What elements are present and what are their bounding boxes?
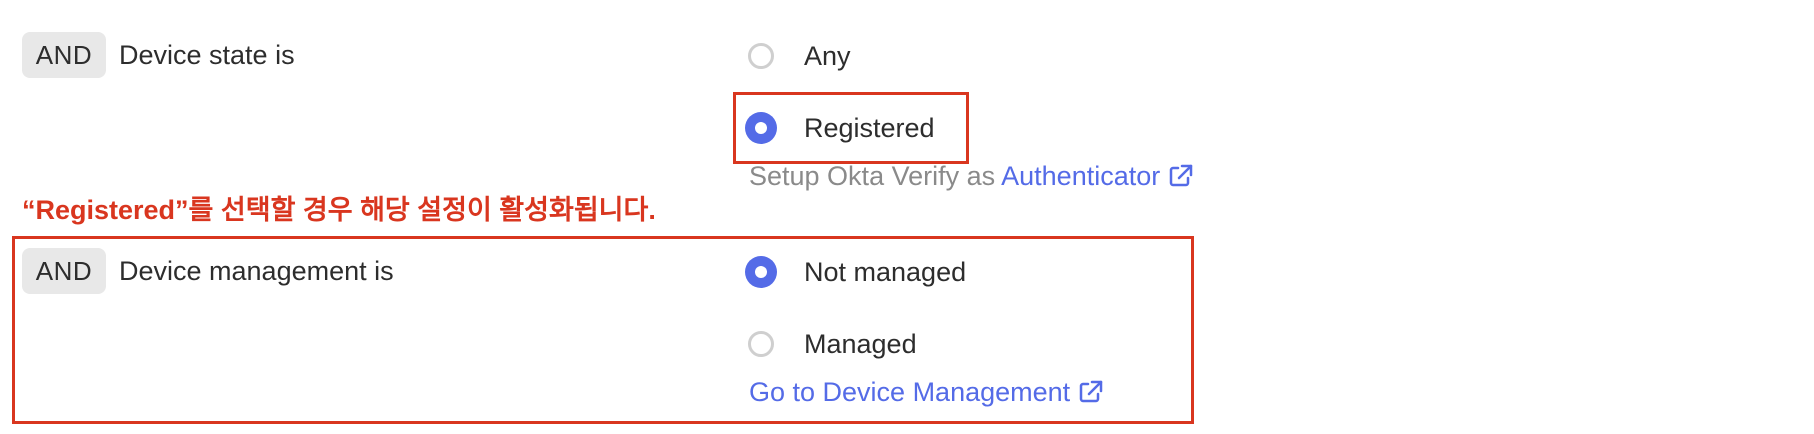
authenticator-link-text: Authenticator (1001, 161, 1161, 191)
authenticator-link[interactable]: Authenticator (1001, 161, 1194, 191)
device-management-link[interactable]: Go to Device Management (749, 377, 1104, 407)
radio-unchecked-icon[interactable] (748, 43, 774, 69)
and-operator-badge: AND (22, 248, 106, 294)
device-condition-panel: AND Device state is Any Registered Setup… (0, 0, 1814, 434)
radio-option-not-managed[interactable]: Not managed (745, 252, 967, 292)
radio-label-managed: Managed (804, 328, 917, 359)
radio-unchecked-icon[interactable] (748, 331, 774, 357)
radio-checked-icon[interactable] (745, 256, 777, 288)
registered-highlight-box (733, 92, 969, 164)
radio-label-not-managed: Not managed (804, 256, 967, 287)
radio-option-any[interactable]: Any (748, 36, 851, 76)
device-management-link-row: Go to Device Management (749, 374, 1104, 410)
radio-option-managed[interactable]: Managed (748, 324, 917, 364)
annotation-note: “Registered”를 선택할 경우 해당 설정이 활성화됩니다. (22, 195, 656, 225)
and-operator-badge: AND (22, 32, 106, 78)
hint-text: Setup Okta Verify as (749, 161, 996, 191)
device-state-label: Device state is (119, 40, 295, 70)
external-link-icon (1078, 377, 1104, 413)
device-management-link-text: Go to Device Management (749, 377, 1071, 407)
device-management-label: Device management is (119, 256, 394, 286)
external-link-icon (1168, 161, 1194, 197)
radio-label-any: Any (804, 40, 851, 71)
